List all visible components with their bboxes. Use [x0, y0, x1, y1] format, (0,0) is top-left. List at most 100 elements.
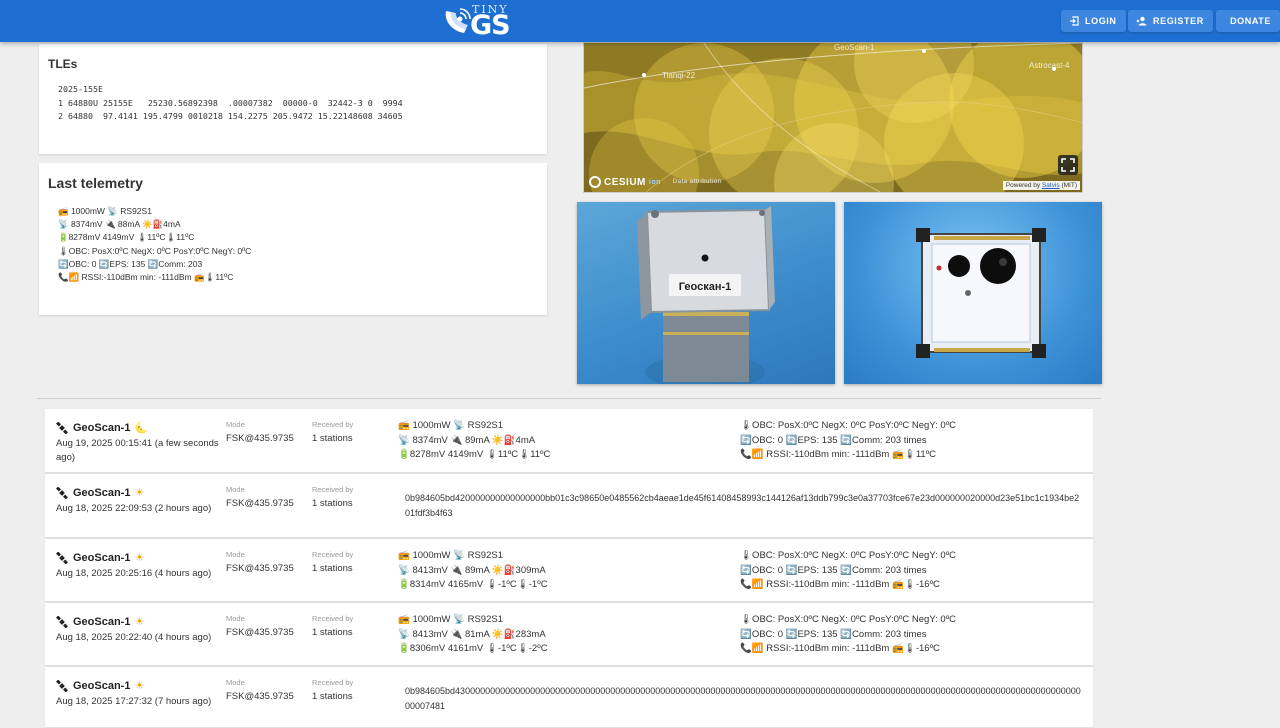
- moon-icon: 🌜: [134, 422, 149, 434]
- add-user-icon: [1136, 16, 1147, 26]
- received-by-label: Received by: [312, 420, 354, 429]
- satellite-icon: [56, 679, 68, 692]
- donate-button[interactable]: DONATE: [1216, 10, 1280, 32]
- cesium-wordmark: CESIUM: [604, 176, 646, 188]
- sun-icon: ☀: [134, 487, 145, 499]
- map-satellite-label[interactable]: Astrocast-4: [1029, 61, 1069, 70]
- packet-satellite-name[interactable]: GeoScan-1 ☀: [56, 679, 144, 692]
- tinygs-logo[interactable]: TINY GS: [442, 3, 518, 39]
- satellite-name-text: GeoScan-1: [73, 421, 131, 434]
- raw-packet-hex: 0b984605bd430000000000000000000000000000…: [405, 686, 1081, 711]
- packet-satellite-name[interactable]: GeoScan-1 🌜: [56, 421, 148, 434]
- telemetry-line: 🔋8306mV 4161mV 🌡-1ºC🌡-2ºC: [398, 643, 548, 654]
- mode-value: FSK@435.9735: [226, 498, 294, 509]
- telemetry-line: 🔋8278mV 4149mV 🌡11ºC🌡11ºC: [58, 232, 195, 243]
- login-icon: [1070, 16, 1079, 26]
- register-label: REGISTER: [1153, 16, 1204, 26]
- satellite-name-text: GeoScan-1: [73, 551, 131, 564]
- telemetry-line: 📞📶 RSSI:-110dBm min: -111dBm 📻🌡11ºC: [58, 272, 234, 283]
- packet-row[interactable]: GeoScan-1 ☀ Aug 18, 2025 20:22:40 (4 hou…: [45, 603, 1093, 666]
- tle-line-2: 2 64880 97.4141 195.4799 0010218 154.227…: [58, 111, 403, 121]
- packet-row[interactable]: GeoScan-1 🌜 Aug 19, 2025 00:15:41 (a few…: [45, 409, 1093, 473]
- packet-date: Aug 18, 2025 17:27:32 (7 hours ago): [56, 696, 212, 707]
- packet-row[interactable]: GeoScan-1 ☀ Aug 18, 2025 22:09:53 (2 hou…: [45, 474, 1093, 538]
- telemetry-line: 📡 8374mV 🔌 89mA ☀️⛽4mA: [398, 434, 536, 446]
- packet-telemetry-left: 📻 1000mW 📡 RS92S1 📡 8413mV 🔌 81mA ☀️⛽283…: [398, 613, 548, 657]
- tle-title: TLEs: [48, 57, 78, 71]
- packet-telemetry-right: 🌡OBC: PosX:0ºC NegX: 0ºC PosY:0ºC NegY: …: [740, 419, 956, 463]
- received-by-label: Received by: [312, 485, 354, 494]
- satellite-icon: [56, 615, 68, 628]
- telemetry-line: 📻 1000mW 📡 RS92S1: [398, 550, 503, 561]
- fullscreen-button[interactable]: [1058, 155, 1078, 175]
- satellite-photo-side[interactable]: Геоскан-1: [577, 202, 835, 384]
- telemetry-line: 🔋8314mV 4165mV 🌡-1ºC🌡-1ºC: [398, 579, 548, 590]
- last-telemetry-card: Last telemetry 📻 1000mW 📡 RS92S1 📡 8374m…: [39, 163, 547, 315]
- raw-packet-hex: 0b984605bd420000000000000000bb01c3c98650…: [405, 493, 1080, 518]
- received-by-value: 1 stations: [312, 498, 353, 509]
- mode-label: Mode: [226, 485, 245, 494]
- packet-row[interactable]: GeoScan-1 ☀ Aug 18, 2025 20:25:16 (4 hou…: [45, 539, 1093, 602]
- satellite-icon: [56, 486, 68, 499]
- last-telemetry-title: Last telemetry: [48, 175, 143, 191]
- map-satellite-label[interactable]: Tianqi-22: [662, 71, 695, 80]
- telemetry-line: 🔄OBC: 0 🔄EPS: 135 🔄Comm: 203 times: [740, 628, 927, 640]
- packet-row[interactable]: GeoScan-1 ☀ Aug 18, 2025 17:27:32 (7 hou…: [45, 667, 1093, 728]
- received-by-value: 1 stations: [312, 433, 353, 444]
- sun-icon: ☀: [134, 680, 145, 692]
- sun-icon: ☀: [134, 616, 145, 628]
- telemetry-line: 📞📶 RSSI:-110dBm min: -111dBm 📻🌡11ºC: [740, 449, 937, 460]
- packet-date: Aug 19, 2025 00:15:41 (a few seconds ago…: [56, 438, 219, 463]
- map-credit: Powered by Satvis (MIT): [1002, 181, 1080, 190]
- received-by-label: Received by: [312, 678, 354, 687]
- packet-satellite-name[interactable]: GeoScan-1 ☀: [56, 615, 144, 628]
- login-button[interactable]: LOGIN: [1061, 10, 1126, 32]
- received-by-value: 1 stations: [312, 563, 353, 574]
- mode-value: FSK@435.9735: [226, 563, 294, 574]
- fullscreen-icon: [1061, 158, 1075, 172]
- received-by-value: 1 stations: [312, 691, 353, 702]
- cesium-ion-suffix: ion: [648, 178, 661, 186]
- telemetry-line: 🌡OBC: PosX:0ºC NegX: 0ºC PosY:0ºC NegY: …: [740, 614, 957, 625]
- telemetry-line: 🔋8278mV 4149mV 🌡11ºC🌡11ºC: [398, 449, 551, 460]
- license-text: (MIT): [1059, 182, 1077, 189]
- received-by-label: Received by: [312, 614, 354, 623]
- packet-satellite-name[interactable]: GeoScan-1 ☀: [56, 551, 144, 564]
- packet-date: Aug 18, 2025 22:09:53 (2 hours ago): [56, 503, 212, 514]
- mode-label: Mode: [226, 420, 245, 429]
- telemetry-line: 📡 8413mV 🔌 81mA ☀️⛽283mA: [398, 628, 546, 640]
- packet-telemetry-left: 📻 1000mW 📡 RS92S1 📡 8413mV 🔌 89mA ☀️⛽309…: [398, 549, 548, 593]
- telemetry-line: 📞📶 RSSI:-110dBm min: -111dBm 📻🌡-16ºC: [740, 579, 940, 590]
- map-satellite-label[interactable]: GeoScan-1: [834, 43, 874, 52]
- cubesat-image: Геоскан-1: [637, 206, 775, 384]
- packet-telemetry-right: 🌡OBC: PosX:0ºC NegX: 0ºC PosY:0ºC NegY: …: [740, 613, 956, 657]
- packet-telemetry-left: 📻 1000mW 📡 RS92S1 📡 8374mV 🔌 89mA ☀️⛽4mA…: [398, 419, 550, 463]
- telemetry-line: 📡 8413mV 🔌 89mA ☀️⛽309mA: [398, 564, 546, 576]
- mode-value: FSK@435.9735: [226, 691, 294, 702]
- telemetry-line: 📡 8374mV 🔌 88mA ☀️⛽4mA: [58, 219, 181, 230]
- register-button[interactable]: REGISTER: [1128, 10, 1213, 32]
- satellite-map[interactable]: GeoScan-1 Tianqi-22 Astrocast-4 CESIUM io…: [583, 42, 1083, 193]
- satvis-link[interactable]: Satvis: [1042, 182, 1060, 189]
- mode-label: Mode: [226, 678, 245, 687]
- telemetry-line: 🔄OBC: 0 🔄EPS: 135 🔄Comm: 203 times: [740, 434, 927, 446]
- packet-satellite-name[interactable]: GeoScan-1 ☀: [56, 486, 144, 499]
- packet-date: Aug 18, 2025 20:25:16 (4 hours ago): [56, 568, 212, 579]
- packet-date: Aug 18, 2025 20:22:40 (4 hours ago): [56, 632, 212, 643]
- satellite-icon: [56, 551, 68, 564]
- top-app-bar: TINY GS LOGIN REGISTER DONATE: [0, 0, 1280, 42]
- telemetry-line: 📻 1000mW 📡 RS92S1: [398, 420, 503, 431]
- satellite-icon: [56, 421, 68, 434]
- telemetry-line: 📻 1000mW 📡 RS92S1: [398, 614, 503, 625]
- mode-value: FSK@435.9735: [226, 433, 294, 444]
- satellite-photo-top[interactable]: [844, 202, 1102, 384]
- login-label: LOGIN: [1085, 16, 1117, 26]
- data-attribution-link[interactable]: Data attribution: [673, 179, 722, 185]
- tle-lines: 2025-155E 1 64880U 25155E 25230.56892398 …: [58, 83, 403, 124]
- telemetry-line: 🔄OBC: 0 🔄EPS: 135 🔄Comm: 203: [58, 258, 203, 269]
- cesium-logo[interactable]: CESIUM ion Data attribution: [589, 176, 722, 188]
- satellite-name-text: GeoScan-1: [73, 679, 131, 692]
- tle-line-0: 2025-155E: [58, 84, 103, 94]
- photo-satellite-label: Геоскан-1: [679, 281, 732, 293]
- tle-card: TLEs 2025-155E 1 64880U 25155E 25230.5689…: [39, 44, 547, 154]
